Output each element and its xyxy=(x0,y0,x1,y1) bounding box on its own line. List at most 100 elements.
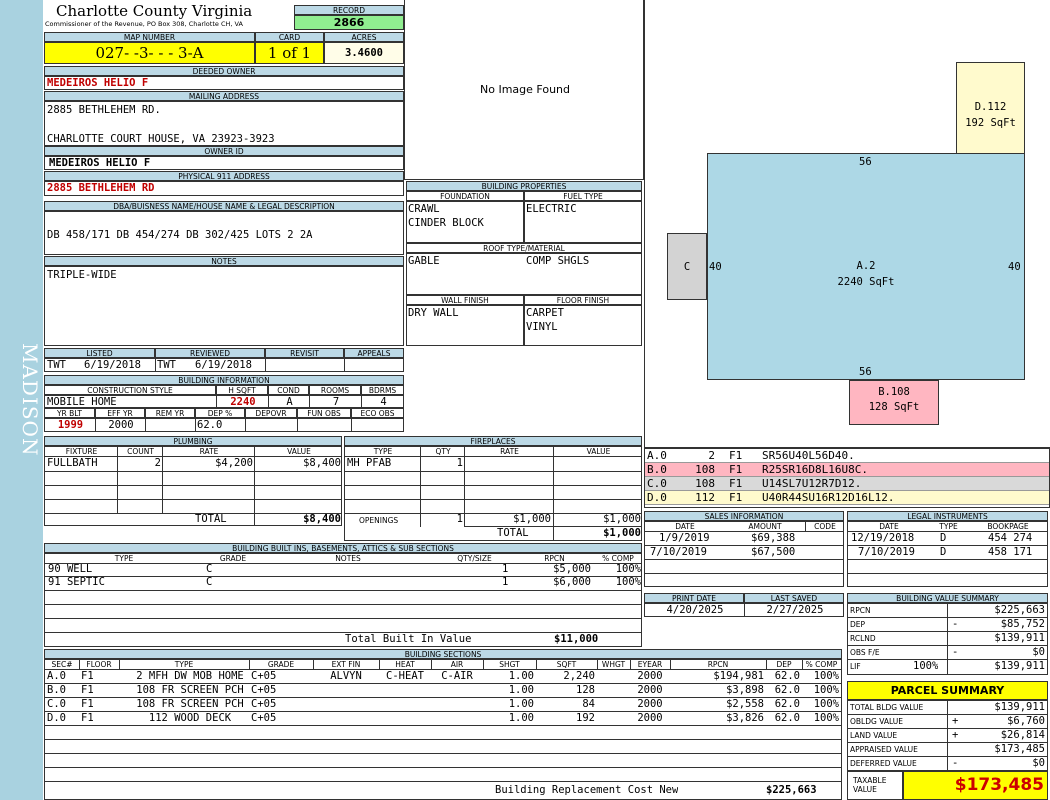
sections-header-cell: TYPE xyxy=(174,660,194,669)
legal-inst-label: LEGAL INSTRUMENTS xyxy=(847,511,1048,521)
last-saved: 2/27/2025 xyxy=(766,604,824,616)
foundation-1: CRAWL xyxy=(408,203,440,215)
section-cell: 1.00 xyxy=(508,684,534,696)
section-cell: C+05 xyxy=(251,698,277,710)
section-cell: C.0 xyxy=(47,698,66,710)
fp-openings-label: OPENINGS xyxy=(359,516,399,525)
foundation-2: CINDER BLOCK xyxy=(408,217,484,229)
sections-header-divider xyxy=(379,660,380,669)
section-cell: ALVYN xyxy=(330,670,362,682)
sales-label: SALES INFORMATION xyxy=(644,511,844,521)
parcel-value: $0 xyxy=(1032,757,1045,769)
floor-box: CARPET VINYL xyxy=(524,305,642,346)
parcel-value: $173,485 xyxy=(994,743,1045,755)
sketch-list-id: D.0 xyxy=(647,491,667,504)
fp-total: $1,000 xyxy=(603,527,641,539)
mailing-box: 2885 BETHLEHEM RD. CHARLOTTE COURT HOUSE… xyxy=(44,101,404,146)
bi-type-2: 91 SEPTIC xyxy=(48,576,105,588)
section-cell: 2000 xyxy=(637,698,663,710)
listed-date: 6/19/2018 xyxy=(84,359,141,371)
sketch-list-code: SR56U40L56D40. xyxy=(762,449,855,462)
map-number-label: MAP NUMBER xyxy=(44,32,255,42)
section-cell: C+05 xyxy=(251,670,277,682)
fp-h-qty: QTY xyxy=(435,447,451,456)
section-cell: B.0 xyxy=(47,684,66,696)
sections-header-divider xyxy=(766,660,767,669)
parcel-value: $6,760 xyxy=(1007,715,1045,727)
sketch-list-id: C.0 xyxy=(647,477,667,490)
sections-label: BUILDING SECTIONS xyxy=(44,649,842,659)
section-cell: F1 xyxy=(81,670,94,682)
sections-header-cell: SHGT xyxy=(499,660,520,669)
sections-header-cell: SEC# xyxy=(51,660,73,669)
county-header: Charlotte County Virginia Commissioner o… xyxy=(44,0,294,32)
parcel-col-divider xyxy=(947,701,948,771)
wall-finish: DRY WALL xyxy=(408,307,459,319)
side-label: MADISON xyxy=(18,343,42,457)
foundation-box: CRAWL CINDER BLOCK xyxy=(406,201,524,243)
hsqft-label: H SQFT xyxy=(216,385,268,395)
section-cell: F1 xyxy=(81,698,94,710)
dep-pct: 62.0 xyxy=(197,419,223,431)
section-cell: $3,826 xyxy=(726,712,764,724)
sketch-list-floor: F1 xyxy=(729,491,743,504)
fireplaces-table: TYPE QTY RATE VALUE MH PFAB 1 OPENINGS 1… xyxy=(344,446,642,541)
bi-h-grade: GRADE xyxy=(219,554,247,563)
fuel-label: FUEL TYPE xyxy=(524,191,642,201)
parcel-label: APPRAISED VALUE xyxy=(850,745,918,754)
plumb-h-fixture: FIXTURE xyxy=(65,447,98,456)
section-row-divider xyxy=(45,767,841,768)
sections-table: SEC# FLOOR TYPE GRADE EXT FIN HEAT AIR SHGT SQFT… xyxy=(44,659,842,800)
sketch-dim-right: 40 xyxy=(1008,261,1021,273)
fp-h-rate: RATE xyxy=(500,447,519,456)
fp-type: MH PFAB xyxy=(347,457,392,469)
bi-h-notes: NOTES xyxy=(335,554,361,563)
li-h-date: DATE xyxy=(879,522,899,531)
roof-material: COMP SHGLS xyxy=(526,255,590,267)
section-cell: 100% xyxy=(813,670,839,682)
sales-table: DATE AMOUNT CODE 1/9/2019 $69,388 7/10/2… xyxy=(644,521,844,587)
fp-h-type: TYPE xyxy=(373,447,393,456)
taxable-label-1: TAXABLE xyxy=(853,776,887,785)
bi-rpcn-1: $5,000 xyxy=(553,563,591,575)
li-bookpage-1: 454 274 xyxy=(988,532,1033,544)
record-label: RECORD xyxy=(294,5,404,15)
section-cell: 128 xyxy=(576,684,595,696)
acres-label: ACRES xyxy=(324,32,404,42)
sale-date-2: 7/10/2019 xyxy=(650,546,707,558)
sketch-list: A.0 2 F1 SR56U40L56D40. B.0 108 F1 R25SR16D8L16… xyxy=(644,448,1050,508)
bvs-value: $139,911 xyxy=(994,660,1045,672)
bi-qty-1: 1 xyxy=(502,563,509,575)
section-cell: 84 xyxy=(582,698,595,710)
fp-openings-rate: $1,000 xyxy=(513,513,551,525)
bvs-table: RPCN $225,663 DEP - $85,752 RCLND $139,911 OBS … xyxy=(847,603,1048,675)
section-cell: 2 MFH DW MOB HOME xyxy=(136,670,244,682)
construction-style: MOBILE HOME xyxy=(47,396,117,408)
sketch-a-area: 2240 SqFt xyxy=(837,276,895,288)
li-bookpage-2: 458 171 xyxy=(988,546,1033,558)
section-cell: 62.0 xyxy=(774,684,800,696)
bvs-label: OBS F/E xyxy=(850,648,880,657)
sections-header-divider xyxy=(630,660,631,669)
li-date-1: 12/19/2018 xyxy=(851,532,915,544)
plumb-count: 2 xyxy=(154,457,161,469)
fp-h-value: VALUE xyxy=(586,447,611,456)
section-cell: 1.00 xyxy=(508,712,534,724)
hsqft: 2240 xyxy=(230,396,256,408)
legal-desc-label: DBA/BUISNESS NAME/HOUSE NAME & LEGAL DES… xyxy=(44,201,404,211)
section-cell: 2,240 xyxy=(563,670,595,682)
building-years: 1999 2000 62.0 xyxy=(44,418,404,432)
section-cell: 62.0 xyxy=(774,712,800,724)
section-cell: 100% xyxy=(813,698,839,710)
fuel-type: ELECTRIC xyxy=(526,203,577,215)
section-cell: 108 FR SCREEN PCH xyxy=(136,684,244,696)
section-cell: 62.0 xyxy=(774,670,800,682)
notes: TRIPLE-WIDE xyxy=(44,266,404,346)
plumb-h-value: VALUE xyxy=(287,447,311,456)
map-number: 027- -3- - - 3-A xyxy=(44,42,255,64)
roof-box: GABLE COMP SHGLS xyxy=(406,253,642,295)
bvs-label: RCLND xyxy=(850,634,876,643)
taxable-value: $173,485 xyxy=(903,771,1048,800)
section-row-divider xyxy=(45,683,841,684)
parcel-summary-title: PARCEL SUMMARY xyxy=(847,681,1048,700)
